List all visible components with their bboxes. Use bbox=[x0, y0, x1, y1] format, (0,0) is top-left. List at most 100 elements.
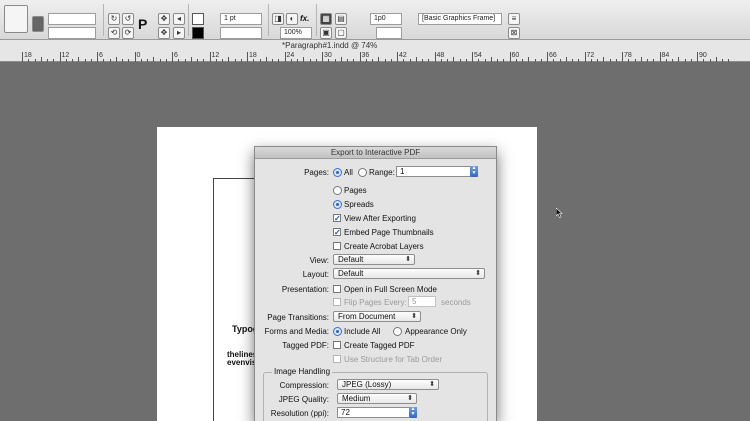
stroke-type-field[interactable] bbox=[220, 27, 262, 39]
ruler-number: 90 bbox=[699, 52, 707, 59]
ruler-number: 24 bbox=[286, 52, 295, 59]
fx-icon[interactable]: fx. bbox=[300, 14, 309, 23]
separator bbox=[103, 4, 104, 36]
full-screen-checkbox[interactable] bbox=[333, 285, 341, 293]
include-all-radio[interactable] bbox=[333, 327, 342, 336]
frame-grid-icon[interactable]: ▦ bbox=[320, 13, 332, 25]
pages-range-radio[interactable] bbox=[358, 168, 367, 177]
ruler-tick bbox=[209, 52, 211, 62]
ruler-tick bbox=[22, 52, 23, 62]
pages-option-radio[interactable] bbox=[333, 186, 342, 195]
stroke-swatch-icon[interactable] bbox=[192, 27, 204, 39]
document-tab[interactable]: *Paragraph#1.indd @ 74% bbox=[282, 41, 377, 51]
create-tagged-label: Create Tagged PDF bbox=[344, 341, 415, 350]
ruler-tick bbox=[490, 57, 492, 62]
pages-range-input[interactable]: 1 bbox=[396, 166, 478, 177]
compression-select[interactable]: JPEG (Lossy) ⬍ bbox=[337, 379, 439, 390]
ruler-tick bbox=[97, 52, 98, 62]
layout-select-value: Default bbox=[338, 269, 364, 278]
stroke-weight-field[interactable]: 1 pt bbox=[220, 13, 262, 25]
align-top-left-icon[interactable] bbox=[4, 5, 28, 33]
clear-style-icon[interactable]: ⊠ bbox=[508, 27, 520, 39]
ruler-tick bbox=[59, 52, 61, 62]
mouse-pointer-icon bbox=[556, 208, 563, 218]
seconds-label: seconds bbox=[441, 298, 471, 307]
ruler-tick bbox=[672, 59, 673, 62]
corner-field[interactable] bbox=[376, 27, 402, 39]
ruler-tick bbox=[665, 59, 667, 62]
reference-point-icon[interactable] bbox=[32, 16, 44, 32]
compression-label: Compression: bbox=[279, 381, 329, 390]
fit-frame-icon[interactable]: ▢ bbox=[335, 27, 347, 39]
appearance-only-radio[interactable] bbox=[393, 327, 402, 336]
p-icon[interactable]: P bbox=[138, 16, 147, 32]
ruler-tick bbox=[703, 59, 705, 62]
jpeg-quality-select[interactable]: Medium ⬍ bbox=[337, 393, 417, 404]
embed-thumbnails-checkbox[interactable]: ✓ bbox=[333, 228, 341, 237]
spreads-option-label: Spreads bbox=[344, 200, 374, 209]
ruler-tick bbox=[103, 59, 105, 62]
offset-field[interactable]: 1p0 bbox=[370, 13, 402, 25]
style-menu-icon[interactable]: ≡ bbox=[508, 13, 520, 25]
view-label: View: bbox=[309, 256, 329, 265]
ruler-tick bbox=[597, 59, 598, 62]
ruler-tick bbox=[65, 59, 67, 62]
ruler-tick bbox=[722, 59, 723, 62]
page-transitions-select[interactable]: From Document ⬍ bbox=[333, 311, 421, 322]
ruler-tick bbox=[678, 57, 680, 62]
y-position-field[interactable] bbox=[48, 27, 96, 39]
flip-pages-label: Flip Pages Every: bbox=[344, 298, 407, 307]
spreads-option-radio[interactable] bbox=[333, 200, 342, 209]
drop-shadow-icon[interactable]: ◨ bbox=[272, 13, 284, 25]
shear-icon[interactable]: ⟲ bbox=[108, 27, 120, 39]
object-style-select[interactable]: [Basic Graphics Frame] bbox=[418, 13, 502, 25]
pages-all-radio[interactable] bbox=[333, 168, 342, 177]
fit-content-icon[interactable]: ▣ bbox=[320, 27, 332, 39]
ruler-tick bbox=[628, 59, 630, 62]
ruler-number: 0 bbox=[136, 52, 141, 59]
flip-icon[interactable]: ⟳ bbox=[122, 27, 134, 39]
ruler-number: 84 bbox=[661, 52, 670, 59]
resolution-stepper-icon[interactable]: ▲ ▼ bbox=[409, 407, 417, 418]
ruler-tick bbox=[215, 59, 217, 62]
export-dialog: Export to Interactive PDF Pages: All Ran… bbox=[254, 146, 497, 421]
view-after-exporting-checkbox[interactable]: ✓ bbox=[333, 214, 341, 223]
use-structure-checkbox[interactable] bbox=[333, 355, 341, 363]
select-container-icon[interactable]: ✥ bbox=[158, 27, 170, 39]
select-next-icon[interactable]: ▸ bbox=[173, 27, 185, 39]
ruler-tick bbox=[559, 59, 561, 62]
rotate-cw-icon[interactable]: ↻ bbox=[108, 13, 120, 25]
x-position-field[interactable] bbox=[48, 13, 96, 25]
ruler-tick bbox=[447, 59, 448, 62]
text-wrap-icon[interactable]: ▤ bbox=[335, 13, 347, 25]
fill-swatch-icon[interactable] bbox=[192, 13, 204, 25]
rotate-ccw-icon[interactable]: ↺ bbox=[122, 13, 134, 25]
select-content-icon[interactable]: ✥ bbox=[158, 13, 170, 25]
ruler-tick bbox=[134, 52, 136, 62]
view-select[interactable]: Default ⬍ bbox=[333, 254, 415, 265]
resolution-label: Resolution (ppi): bbox=[270, 409, 329, 418]
ruler-tick bbox=[572, 59, 573, 62]
ruler-tick bbox=[278, 59, 280, 62]
ruler-tick bbox=[322, 52, 323, 62]
ruler-tick bbox=[234, 59, 236, 62]
range-stepper-icon[interactable]: ▲ ▼ bbox=[470, 166, 478, 177]
ruler-number: 30 bbox=[324, 52, 332, 59]
ruler-tick bbox=[690, 59, 692, 62]
zoom-field[interactable]: 100% bbox=[280, 27, 312, 39]
opacity-icon[interactable]: ◐ bbox=[286, 13, 298, 25]
create-layers-checkbox[interactable] bbox=[333, 242, 341, 250]
flip-pages-input[interactable]: 5 bbox=[408, 296, 436, 307]
ruler-tick bbox=[578, 59, 580, 62]
layout-label: Layout: bbox=[302, 270, 329, 279]
flip-pages-checkbox[interactable] bbox=[333, 298, 341, 306]
resolution-input[interactable]: 72 bbox=[337, 407, 417, 418]
ruler-tick bbox=[84, 59, 86, 62]
layout-select[interactable]: Default ⬍ bbox=[333, 268, 485, 279]
select-previous-icon[interactable]: ◂ bbox=[173, 13, 185, 25]
ruler-tick bbox=[697, 52, 698, 62]
create-tagged-checkbox[interactable] bbox=[333, 341, 341, 349]
tagged-pdf-label: Tagged PDF: bbox=[282, 341, 329, 350]
view-select-value: Default bbox=[338, 255, 364, 264]
ruler-tick bbox=[240, 59, 242, 62]
